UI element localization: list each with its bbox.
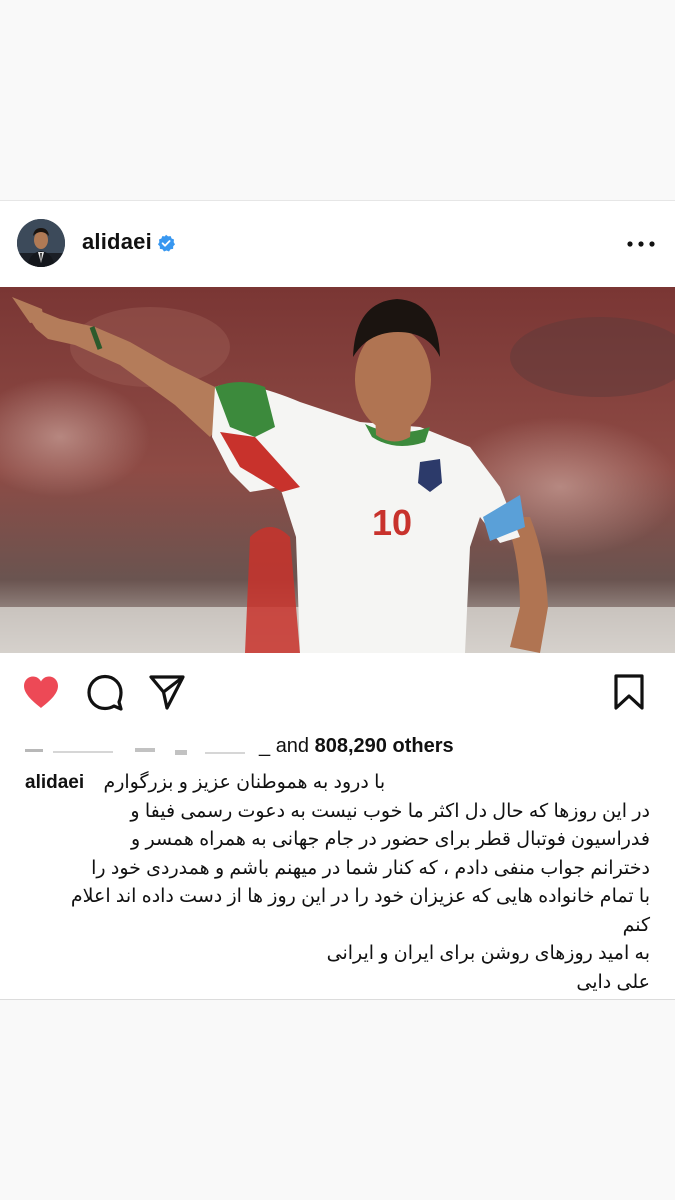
post-actions bbox=[0, 653, 675, 733]
verified-badge-icon bbox=[157, 234, 175, 252]
more-options-icon[interactable] bbox=[626, 239, 656, 249]
post-caption: alidaei با درود به هموطنان عزیز و بزرگوا… bbox=[25, 769, 650, 997]
caption-line: فدراسیون فوتبال قطر برای حضور در جام جها… bbox=[131, 829, 650, 850]
likes-summary[interactable]: _ and 808,290 others bbox=[25, 733, 645, 761]
likes-underscore: _ bbox=[259, 735, 276, 757]
comment-icon[interactable] bbox=[86, 673, 124, 711]
profile-photo-icon bbox=[17, 219, 65, 267]
caption-line: کنم bbox=[622, 914, 650, 936]
share-send-icon[interactable] bbox=[148, 673, 186, 711]
caption-line: با درود به هموطنان عزیز و بزرگوارم bbox=[103, 772, 386, 793]
caption-username[interactable]: alidaei bbox=[25, 772, 84, 793]
caption-first-line: alidaei با درود به هموطنان عزیز و بزرگوا… bbox=[25, 769, 650, 798]
likes-count: 808,290 bbox=[314, 735, 387, 757]
caption-line: در این روزها که حال دل اکثر ما خوب نیست … bbox=[130, 800, 650, 822]
post-header: alidaei bbox=[0, 201, 675, 287]
post-image[interactable]: 10 bbox=[0, 287, 675, 653]
avatar[interactable] bbox=[17, 219, 65, 267]
caption-line: دخترانم جواب منفی دادم ، که کنار شما در … bbox=[91, 857, 650, 879]
post-username[interactable]: alidaei bbox=[82, 229, 152, 255]
caption-line: به امید روزهای روشن برای ایران و ایرانی bbox=[326, 943, 650, 964]
likes-count-text: _ and 808,290 others bbox=[259, 735, 454, 758]
instagram-post: alidaei 10 _ and 808,290 others alidaei … bbox=[0, 200, 675, 1000]
jersey-number: 10 bbox=[372, 502, 412, 543]
footballer-photo: 10 bbox=[0, 287, 675, 653]
bookmark-save-icon[interactable] bbox=[612, 673, 646, 711]
caption-line: علی دایی bbox=[576, 971, 650, 993]
like-heart-icon[interactable] bbox=[22, 675, 60, 709]
caption-line: با تمام خانواده هایی که عزیزان خود را در… bbox=[70, 886, 650, 907]
blurred-liker-names bbox=[25, 748, 245, 755]
likes-prefix: and bbox=[275, 735, 310, 757]
likes-suffix: others bbox=[392, 735, 454, 757]
